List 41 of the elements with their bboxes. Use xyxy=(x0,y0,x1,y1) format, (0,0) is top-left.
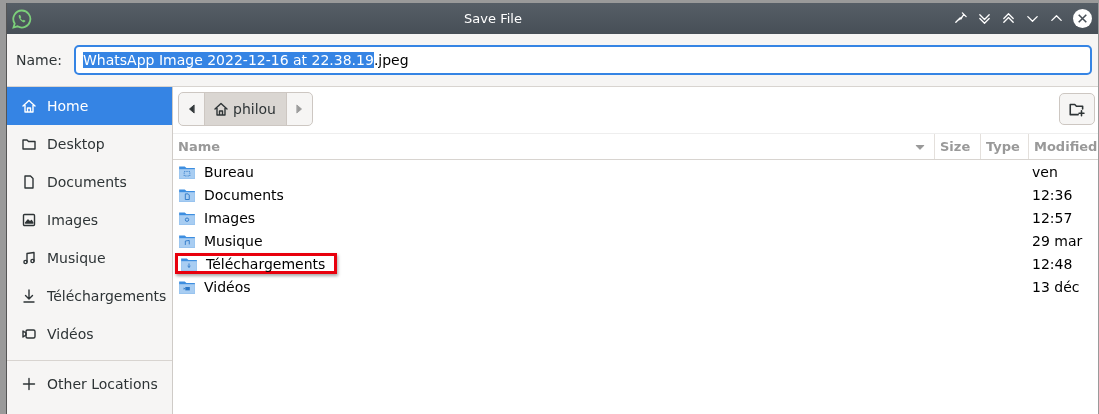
home-icon xyxy=(21,98,37,114)
document-icon xyxy=(21,174,37,190)
name-field[interactable]: WhatsApp Image 2022-12-16 at 22.38.19.jpeg xyxy=(74,45,1092,75)
app-logo-icon xyxy=(11,7,33,30)
sidebar-item[interactable]: Images xyxy=(7,201,172,239)
sidebar-item[interactable]: Musique xyxy=(7,239,172,277)
left-arrow-icon xyxy=(186,104,197,114)
sidebar-item[interactable]: Téléchargements xyxy=(7,277,172,315)
pin-icon[interactable] xyxy=(953,11,968,26)
sidebar-item[interactable]: Home xyxy=(7,87,172,125)
window-title: Save File xyxy=(463,11,523,26)
right-arrow-icon xyxy=(294,104,305,114)
folder-icon xyxy=(21,136,37,152)
name-label: Name: xyxy=(16,52,63,68)
new-folder-button[interactable] xyxy=(1059,93,1095,125)
video-camera-icon xyxy=(21,326,37,342)
sidebar-item[interactable]: Documents xyxy=(7,163,172,201)
home-icon xyxy=(213,101,229,117)
download-icon xyxy=(21,288,37,304)
file-name[interactable]: Téléchargements xyxy=(206,255,326,272)
image-icon xyxy=(21,212,37,228)
path-button[interactable]: philou xyxy=(204,93,287,125)
modified-date: 12:36 xyxy=(1031,186,1074,203)
modified-date: ven xyxy=(1031,163,1059,180)
modified-date: 29 mar xyxy=(1031,232,1084,249)
sidebar-item[interactable]: Other Locations xyxy=(7,361,172,407)
close-icon[interactable] xyxy=(1073,9,1092,28)
double-chevron-up-icon[interactable] xyxy=(1001,11,1016,26)
file-name[interactable]: Vidéos xyxy=(204,278,251,295)
sidebar-item[interactable]: Vidéos xyxy=(7,315,172,353)
file-name[interactable]: Bureau xyxy=(204,163,254,180)
file-name[interactable]: Documents xyxy=(204,186,284,203)
music-note-icon xyxy=(21,250,37,266)
file-name[interactable]: Musique xyxy=(204,232,263,249)
modified-date: 13 déc xyxy=(1031,278,1081,295)
sidebar-item[interactable]: Desktop xyxy=(7,125,172,163)
double-chevron-down-icon[interactable] xyxy=(977,11,992,26)
modified-date: 12:57 xyxy=(1031,209,1074,226)
modified-date: 12:48 xyxy=(1031,255,1074,272)
plus-icon xyxy=(21,376,37,392)
file-name[interactable]: Images xyxy=(204,209,256,226)
